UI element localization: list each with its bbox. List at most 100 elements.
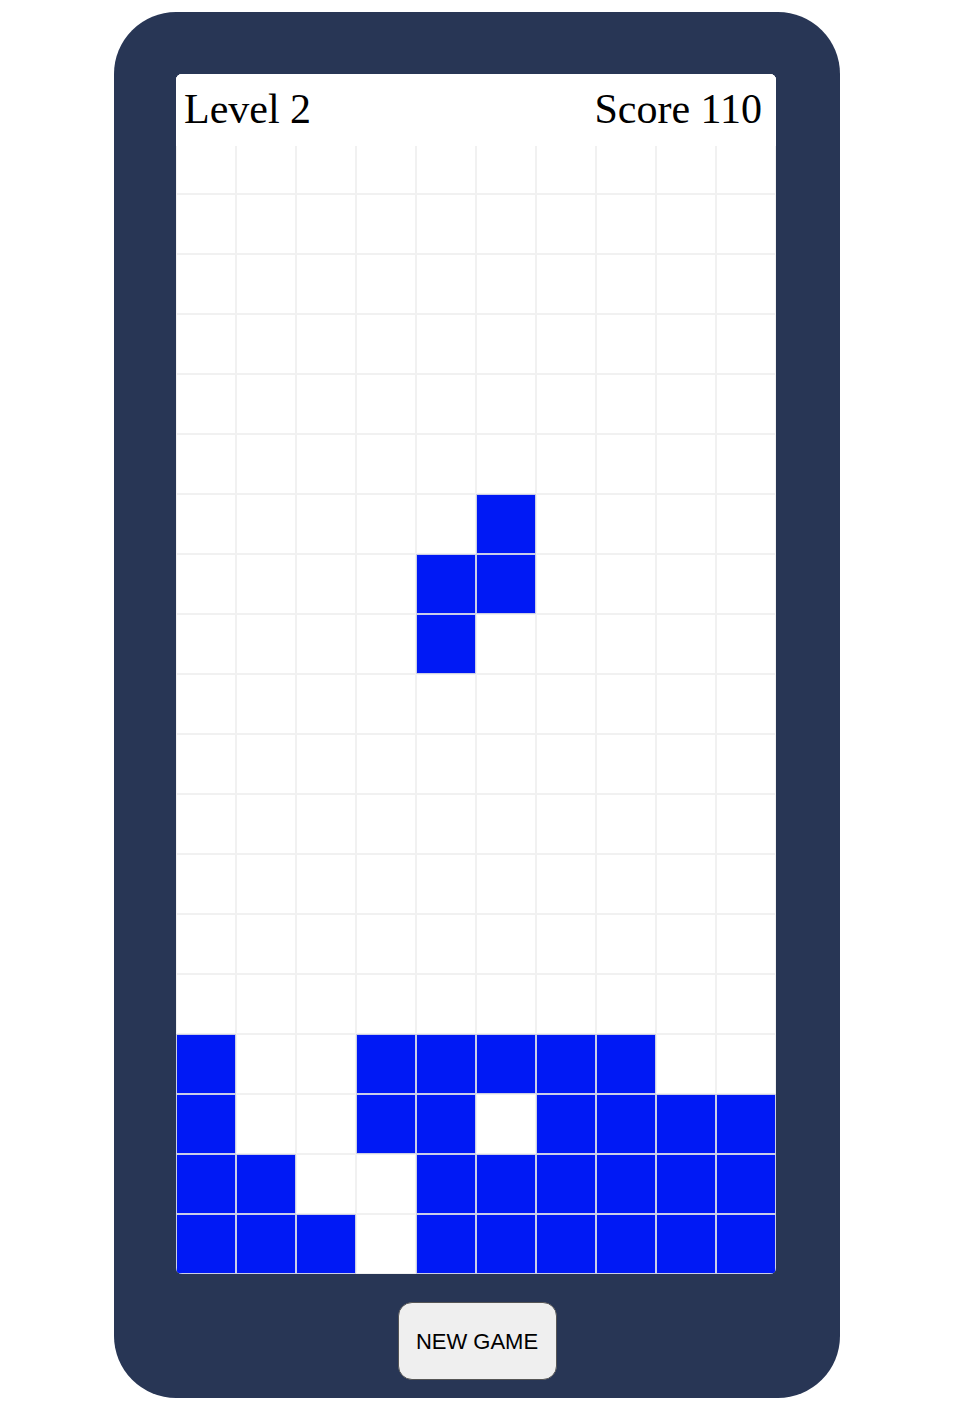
empty-cell [596,434,656,494]
empty-cell [596,554,656,614]
empty-cell [236,314,296,374]
empty-cell [476,734,536,794]
empty-cell [536,674,596,734]
empty-cell [716,674,776,734]
empty-cell [596,734,656,794]
empty-cell [656,974,716,1034]
empty-cell [296,374,356,434]
empty-cell [596,794,656,854]
empty-cell [716,854,776,914]
empty-cell [296,1154,356,1214]
empty-cell [356,314,416,374]
empty-cell [176,734,236,794]
empty-cell [596,854,656,914]
empty-cell [716,734,776,794]
empty-cell [176,914,236,974]
empty-cell [476,314,536,374]
filled-cell [536,1094,596,1154]
empty-cell [596,194,656,254]
empty-cell [236,554,296,614]
empty-cell [596,374,656,434]
empty-cell [416,254,476,314]
empty-cell [416,854,476,914]
empty-cell [176,434,236,494]
empty-cell [476,794,536,854]
empty-cell [236,794,296,854]
empty-cell [536,614,596,674]
empty-cell [356,494,416,554]
filled-cell [416,1214,476,1274]
empty-cell [596,314,656,374]
empty-cell [296,1094,356,1154]
empty-cell [656,494,716,554]
empty-cell [476,974,536,1034]
filled-cell [176,1034,236,1094]
filled-cell [536,1034,596,1094]
filled-cell [476,1154,536,1214]
game-frame: Level 2 Score 110 NEW GAME [114,12,840,1398]
empty-cell [416,314,476,374]
empty-cell [296,734,356,794]
empty-cell [416,194,476,254]
filled-cell [656,1094,716,1154]
empty-cell [656,374,716,434]
empty-cell [416,494,476,554]
empty-cell [536,434,596,494]
empty-cell [596,614,656,674]
empty-cell [416,914,476,974]
empty-cell [536,914,596,974]
empty-cell [656,854,716,914]
empty-cell [236,434,296,494]
empty-cell [716,794,776,854]
empty-cell [476,914,536,974]
empty-cell [296,614,356,674]
empty-cell [656,194,716,254]
empty-cell [176,194,236,254]
empty-cell [656,434,716,494]
empty-cell [296,854,356,914]
empty-cell [356,374,416,434]
empty-cell [596,674,656,734]
empty-cell [356,614,416,674]
empty-cell [716,614,776,674]
empty-cell [716,554,776,614]
empty-cell [656,734,716,794]
filled-cell [236,1154,296,1214]
empty-cell [656,794,716,854]
empty-cell [416,674,476,734]
empty-cell [536,494,596,554]
filled-cell [476,494,536,554]
empty-cell [296,554,356,614]
filled-cell [356,1034,416,1094]
empty-cell [536,974,596,1034]
filled-cell [176,1094,236,1154]
empty-cell [596,494,656,554]
filled-cell [716,1094,776,1154]
empty-cell [416,374,476,434]
empty-cell [416,794,476,854]
empty-cell [356,194,416,254]
empty-cell [596,974,656,1034]
empty-cell [716,494,776,554]
new-game-button[interactable]: NEW GAME [398,1302,557,1380]
empty-cell [176,614,236,674]
empty-cell [716,194,776,254]
empty-cell [176,254,236,314]
empty-cell [236,494,296,554]
empty-cell [536,854,596,914]
empty-cell [176,974,236,1034]
empty-cell [656,554,716,614]
empty-cell [716,974,776,1034]
empty-cell [356,734,416,794]
filled-cell [536,1154,596,1214]
empty-cell [476,614,536,674]
filled-cell [476,554,536,614]
empty-cell [596,914,656,974]
empty-cell [296,194,356,254]
empty-cell [356,554,416,614]
filled-cell [476,1214,536,1274]
empty-cell [236,854,296,914]
filled-cell [536,1214,596,1274]
filled-cell [416,1034,476,1094]
empty-cell [656,674,716,734]
